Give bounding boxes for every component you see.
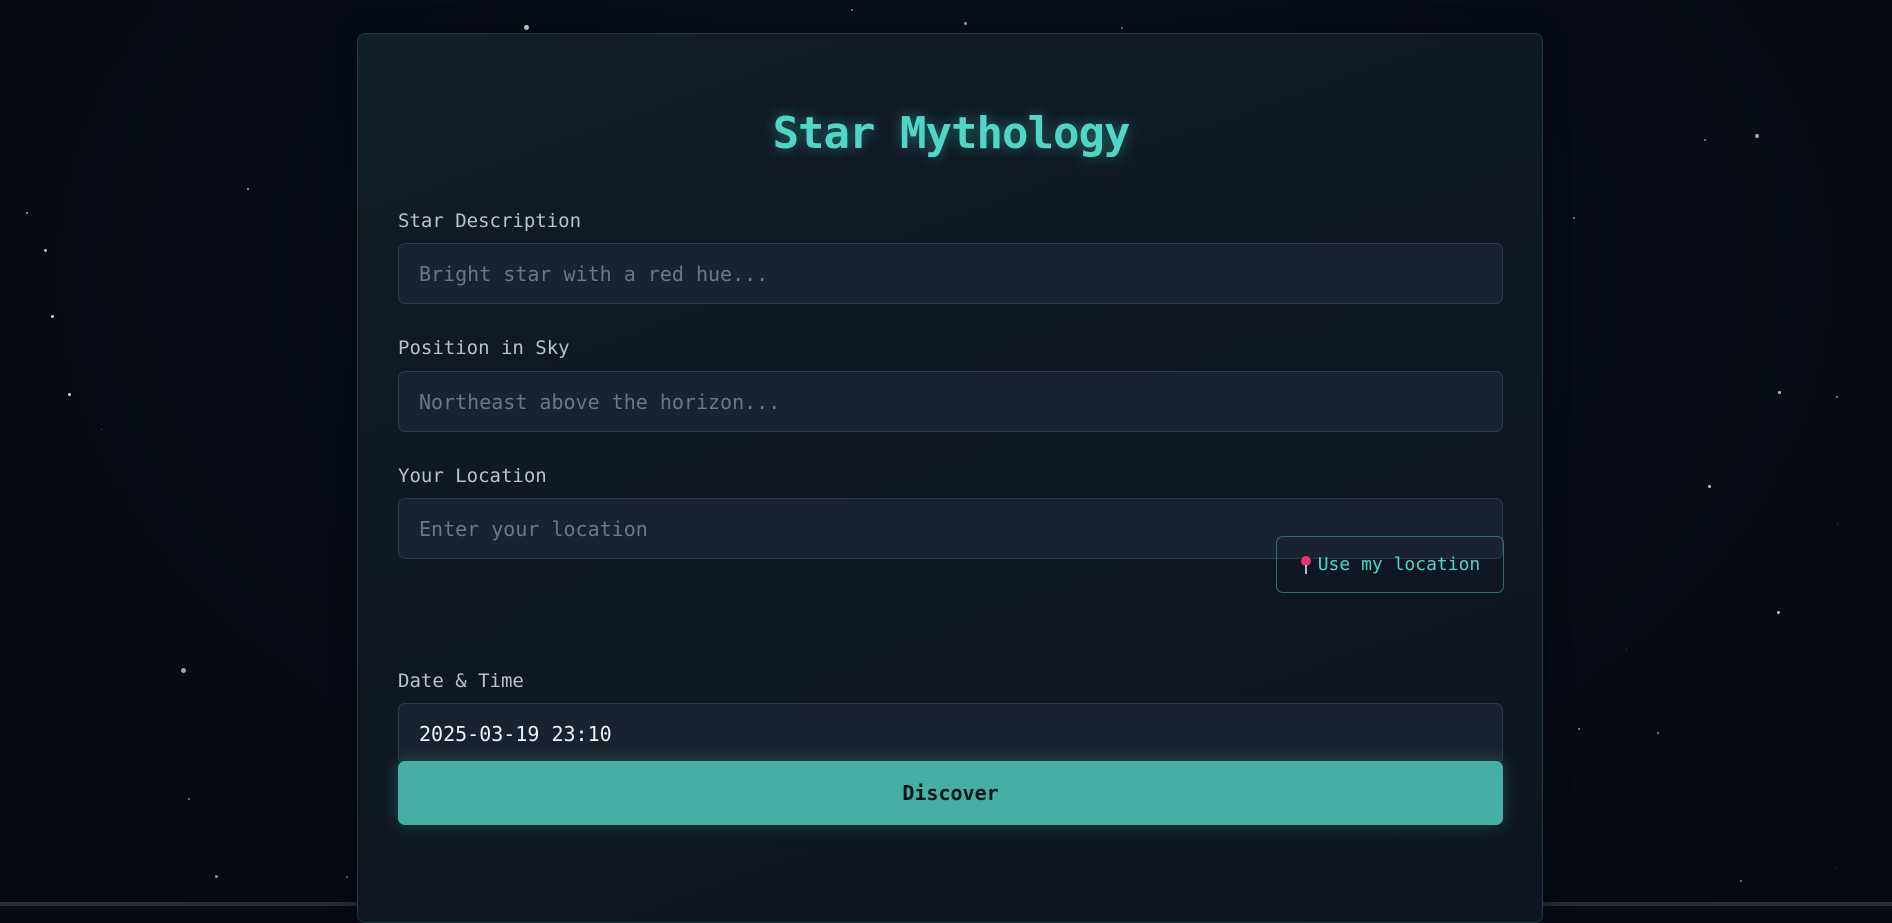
star-dot [68, 393, 71, 396]
star-dot [181, 668, 186, 673]
position-label: Position in Sky [398, 337, 570, 359]
star-dot [1837, 524, 1838, 525]
star-dot [247, 188, 249, 190]
star-dot [1777, 611, 1780, 614]
pushpin-icon [1300, 555, 1312, 574]
datetime-label: Date & Time [398, 670, 524, 692]
star-dot [26, 212, 28, 214]
page-title: Star Mythology [772, 108, 1131, 159]
use-my-location-button[interactable]: Use my location [1276, 536, 1504, 593]
star-dot [1836, 868, 1837, 869]
datetime-input[interactable] [398, 703, 1503, 764]
star-dot [101, 429, 102, 430]
star-dot [1121, 27, 1123, 29]
star-dot [1657, 732, 1659, 734]
discover-button[interactable]: Discover [398, 761, 1503, 825]
star-dot [44, 249, 47, 252]
star-dot [1778, 391, 1781, 394]
star-dot [851, 9, 853, 11]
star-dot [1836, 396, 1838, 398]
position-input[interactable] [398, 371, 1503, 432]
star-dot [1755, 134, 1759, 138]
star-dot [1704, 139, 1706, 141]
star-dot [1708, 485, 1711, 488]
star-description-label: Star Description [398, 210, 582, 232]
star-dot [964, 22, 967, 25]
star-dot [524, 25, 529, 30]
star-dot [51, 315, 54, 318]
star-dot [215, 875, 218, 878]
star-description-input[interactable] [398, 243, 1503, 304]
star-dot [1578, 728, 1580, 730]
location-label: Your Location [398, 465, 547, 487]
star-dot [1626, 649, 1627, 650]
mythology-form-card: Star Mythology Star Description Position… [357, 33, 1543, 923]
use-my-location-label: Use my location [1317, 554, 1481, 575]
star-dot [346, 876, 348, 878]
star-dot [1740, 880, 1742, 882]
star-dot [1573, 217, 1575, 219]
star-dot [188, 798, 190, 800]
